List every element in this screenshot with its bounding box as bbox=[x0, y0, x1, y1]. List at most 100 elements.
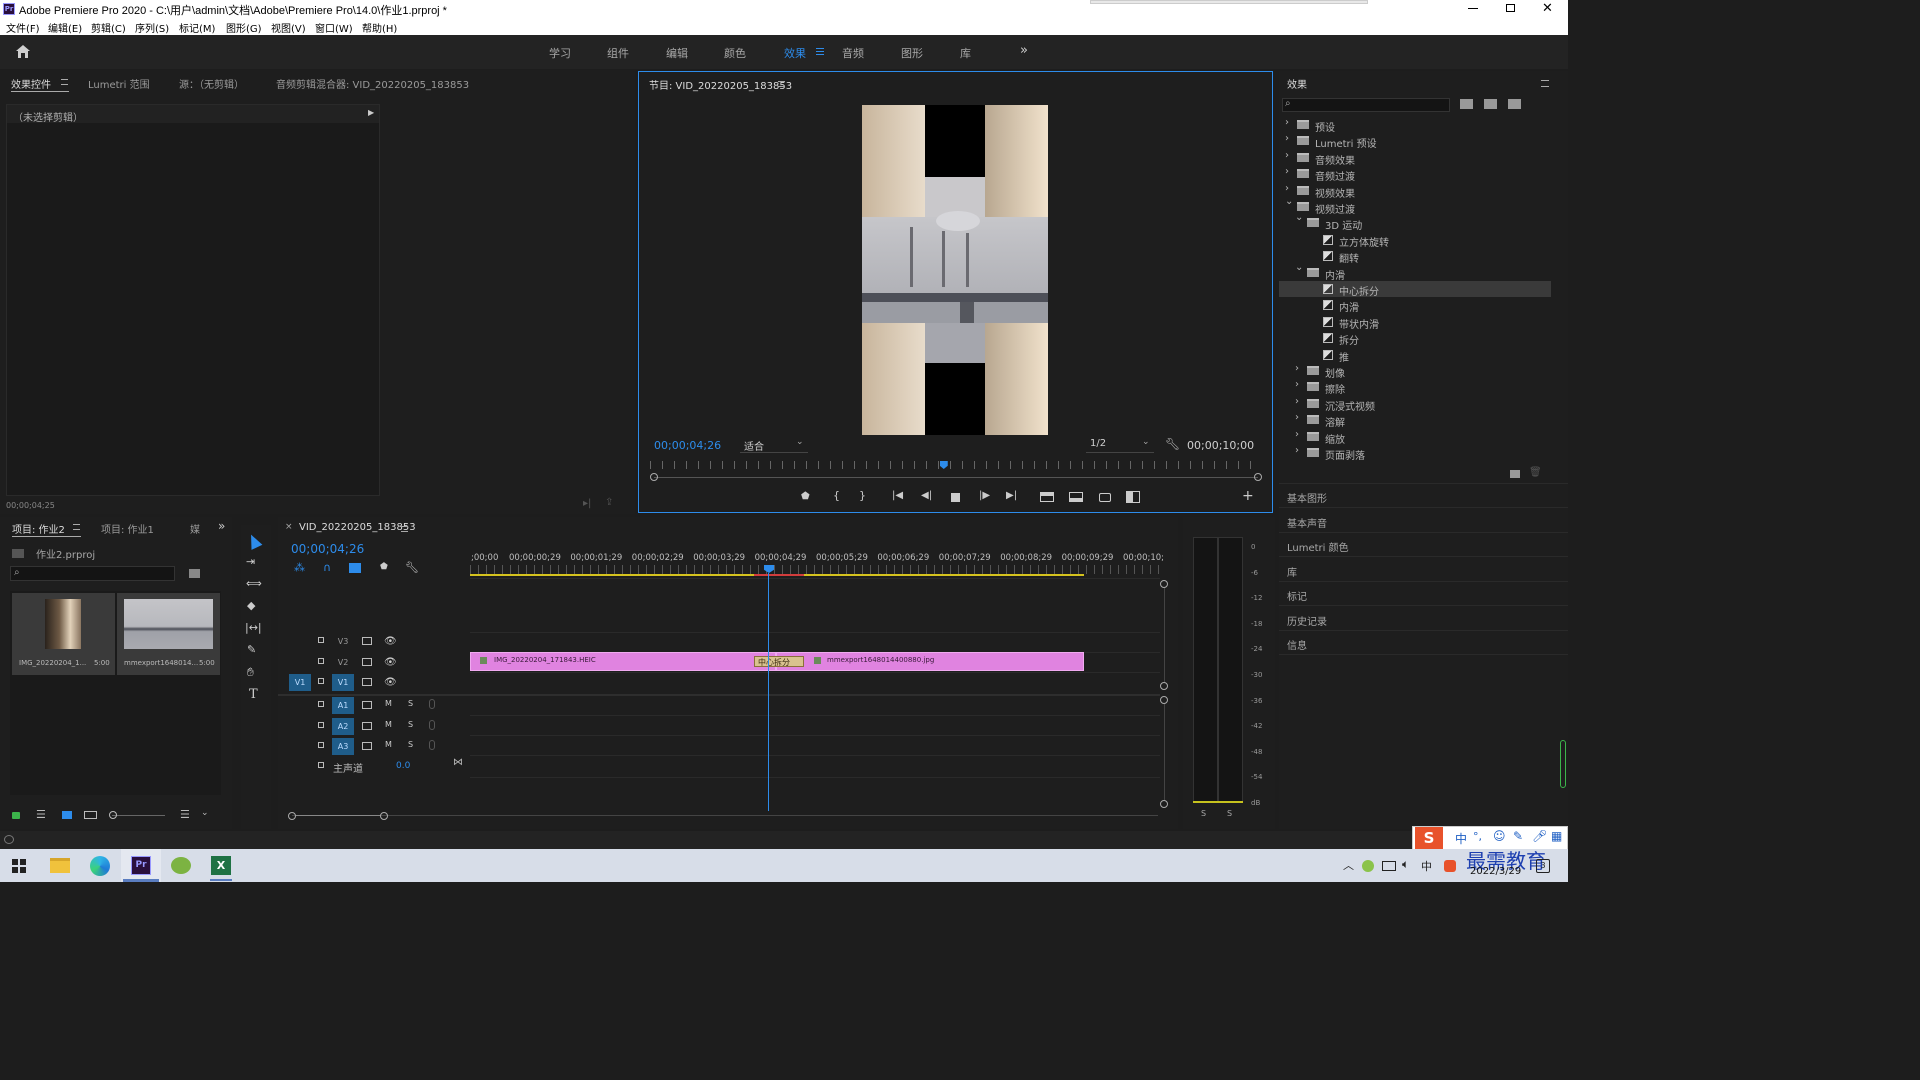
lock-icon[interactable] bbox=[318, 657, 324, 664]
razor-tool-icon[interactable]: ◆ bbox=[247, 599, 255, 612]
wrench-icon[interactable]: 🔧︎ bbox=[1165, 437, 1180, 451]
filter-icon[interactable]: ▸| bbox=[583, 498, 591, 509]
lock-icon[interactable] bbox=[318, 701, 324, 707]
program-timecode[interactable]: 00;00;04;26 bbox=[654, 439, 721, 452]
solo-button[interactable]: S bbox=[408, 740, 413, 749]
master-value[interactable]: 0.0 bbox=[396, 761, 410, 771]
export-icon[interactable]: ⇪ bbox=[605, 497, 613, 508]
workspace-learn[interactable]: 学习 bbox=[549, 45, 571, 61]
network-icon[interactable] bbox=[1382, 861, 1396, 871]
effect-folder[interactable]: › 音频效果 bbox=[1279, 150, 1551, 167]
sync-lock-icon[interactable] bbox=[362, 678, 372, 686]
effect-item[interactable]: 翻转 bbox=[1279, 248, 1551, 265]
effect-folder[interactable]: › 溶解 bbox=[1279, 412, 1551, 429]
effect-folder[interactable]: › 预设 bbox=[1279, 117, 1551, 134]
effect-folder[interactable]: › 划像 bbox=[1279, 363, 1551, 380]
video-clip[interactable]: IMG_20220204_171843.HEIC bbox=[470, 652, 776, 671]
solo-right[interactable]: S bbox=[1227, 809, 1232, 818]
track-row-a3[interactable] bbox=[470, 736, 1160, 756]
effect-item[interactable]: 推 bbox=[1279, 347, 1551, 364]
project-item[interactable]: mmexport1648014... 5:00 bbox=[117, 593, 220, 675]
chevron-right-icon[interactable]: › bbox=[1295, 396, 1299, 407]
lock-icon[interactable] bbox=[318, 762, 324, 768]
video-clip[interactable]: mmexport1648014400880.jpg bbox=[776, 652, 1084, 671]
sync-lock-icon[interactable] bbox=[362, 742, 372, 750]
lock-icon[interactable] bbox=[318, 678, 324, 684]
tab-project-2[interactable]: 项目: 作业2 bbox=[12, 521, 65, 536]
workspace-libraries[interactable]: 库 bbox=[960, 45, 971, 61]
effect-item[interactable]: 拆分 bbox=[1279, 330, 1551, 347]
new-bin-icon[interactable] bbox=[1510, 470, 1520, 478]
yuv-effects-icon[interactable] bbox=[1508, 99, 1521, 109]
mic-icon[interactable] bbox=[429, 699, 435, 709]
panel-menu-icon[interactable] bbox=[778, 81, 785, 87]
home-icon[interactable] bbox=[15, 44, 31, 59]
panel-section-header[interactable]: 基本图形 bbox=[1279, 484, 1568, 508]
lock-icon[interactable] bbox=[12, 812, 20, 819]
tab-media-browser[interactable]: 媒 bbox=[190, 521, 200, 536]
mic-icon[interactable] bbox=[429, 719, 435, 730]
workspace-editing[interactable]: 编辑 bbox=[666, 45, 688, 61]
slip-tool-icon[interactable]: |↔| bbox=[245, 621, 262, 634]
list-view-icon[interactable]: ☰ bbox=[36, 808, 46, 821]
mute-button[interactable]: M bbox=[385, 740, 392, 749]
panel-section-header[interactable]: 历史记录 bbox=[1279, 607, 1568, 631]
eye-icon[interactable]: 👁︎ bbox=[384, 657, 397, 668]
scroll-handle-left[interactable] bbox=[650, 473, 658, 481]
panel-section-header[interactable]: 信息 bbox=[1279, 631, 1568, 655]
excel-icon[interactable]: X bbox=[211, 856, 231, 875]
scroll-handle[interactable] bbox=[1160, 800, 1168, 808]
eye-icon[interactable]: 👁︎ bbox=[384, 677, 397, 688]
panel-menu-icon[interactable] bbox=[73, 524, 80, 530]
pen-tool-icon[interactable]: ✎ bbox=[247, 643, 256, 656]
chevron-right-icon[interactable]: › bbox=[1295, 445, 1299, 456]
comparison-view-icon[interactable] bbox=[1126, 491, 1140, 503]
snap-icon[interactable]: ∩ bbox=[323, 561, 331, 574]
tab-project-1[interactable]: 项目: 作业1 bbox=[101, 521, 154, 536]
effect-item[interactable]: 中心拆分 bbox=[1279, 281, 1551, 298]
linked-selection-icon[interactable] bbox=[349, 563, 361, 573]
solo-button[interactable]: S bbox=[408, 699, 413, 708]
video-frame[interactable] bbox=[862, 105, 1048, 435]
minimize-button[interactable] bbox=[1468, 8, 1478, 9]
menu-graphics[interactable]: 图形(G) bbox=[226, 20, 262, 35]
tray-green-icon[interactable] bbox=[1362, 860, 1374, 872]
tray-chevron-icon[interactable]: ︿ bbox=[1343, 857, 1354, 873]
menu-edit[interactable]: 编辑(E) bbox=[48, 20, 82, 35]
selection-tool-icon[interactable] bbox=[245, 532, 263, 550]
step-forward-icon[interactable]: |▶ bbox=[979, 490, 990, 501]
sort-icon[interactable]: ☰ bbox=[180, 808, 190, 821]
panel-section-header[interactable]: 标记 bbox=[1279, 582, 1568, 606]
menu-help[interactable]: 帮助(H) bbox=[362, 20, 397, 35]
track-row-v3[interactable] bbox=[470, 632, 1160, 652]
scroll-handle[interactable] bbox=[1160, 682, 1168, 690]
scroll-handle[interactable] bbox=[1160, 696, 1168, 704]
extract-icon[interactable] bbox=[1069, 492, 1083, 502]
freeform-view-icon[interactable] bbox=[84, 811, 97, 819]
scroll-handle[interactable] bbox=[1160, 580, 1168, 588]
right-scroll-indicator[interactable] bbox=[1560, 740, 1566, 788]
scroll-handle-right[interactable] bbox=[1254, 473, 1262, 481]
icon-view-icon[interactable] bbox=[62, 811, 72, 819]
panel-section-header[interactable]: 基本声音 bbox=[1279, 509, 1568, 533]
track-label[interactable]: V1 bbox=[332, 674, 354, 691]
more-workspaces-icon[interactable]: » bbox=[1020, 43, 1028, 58]
effect-folder[interactable]: › 擦除 bbox=[1279, 379, 1551, 396]
workspace-graphics[interactable]: 图形 bbox=[901, 45, 923, 61]
mute-button[interactable]: M bbox=[385, 699, 392, 708]
notification-icon[interactable]: 3 bbox=[1536, 859, 1550, 873]
add-button-icon[interactable]: + bbox=[1242, 488, 1254, 504]
effect-item[interactable]: 立方体旋转 bbox=[1279, 232, 1551, 249]
chevron-right-icon[interactable]: › bbox=[1295, 379, 1299, 390]
resolution-dropdown[interactable]: 1/2 ⌄ bbox=[1086, 437, 1154, 453]
track-label[interactable]: V2 bbox=[332, 654, 354, 671]
mic-icon[interactable]: 🎤︎ bbox=[1532, 829, 1547, 843]
sync-lock-icon[interactable] bbox=[362, 721, 372, 730]
sequence-tab[interactable]: VID_20220205_183853 bbox=[299, 522, 416, 533]
pen-icon[interactable]: ✎ bbox=[1513, 829, 1523, 843]
lift-icon[interactable] bbox=[1040, 492, 1054, 502]
stop-icon[interactable] bbox=[951, 493, 960, 502]
effect-folder[interactable]: ⌄ 视频过渡 bbox=[1279, 196, 1551, 216]
mark-out-icon[interactable]: } bbox=[859, 489, 866, 502]
mute-button[interactable]: M bbox=[385, 720, 392, 729]
